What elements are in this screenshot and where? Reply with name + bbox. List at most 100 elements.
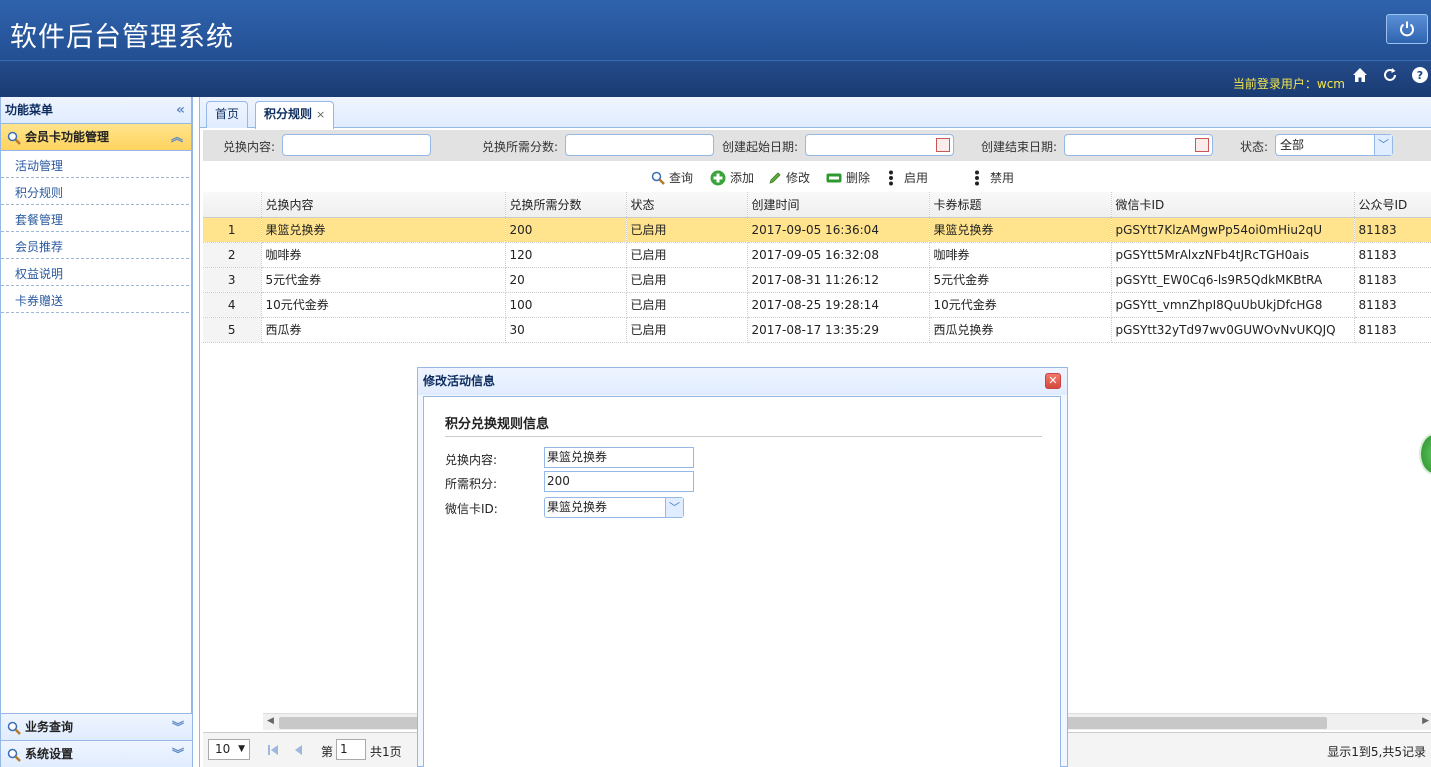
chevron-down-icon: ﹀ — [665, 498, 683, 517]
column-header[interactable]: 状态 — [626, 192, 748, 218]
column-header[interactable]: 兑换内容 — [261, 192, 506, 218]
card-id-select[interactable]: 果篮兑换券 ﹀ — [544, 497, 684, 518]
close-tab-icon[interactable]: × — [316, 108, 325, 121]
query-label: 查询 — [669, 171, 694, 185]
table-cell: 81183 — [1354, 292, 1431, 318]
chevron-down-icon[interactable]: ︾ — [172, 714, 184, 741]
sidebar: 功能菜单 « 会员卡功能管理 ︽ 活动管理 积分规则 套餐管理 会员推荐 权益说… — [0, 97, 193, 767]
table-row[interactable]: 3 5元代金券 20 已启用 2017-08-31 11:26:12 5元代金券… — [203, 267, 1431, 293]
enable-button[interactable]: 启用 — [888, 169, 928, 186]
table-cell: 果篮兑换券 — [261, 217, 506, 243]
first-page-icon[interactable] — [267, 744, 279, 756]
logout-button[interactable] — [1386, 14, 1428, 44]
sidebar-item-package[interactable]: 套餐管理 — [1, 205, 189, 232]
chevron-down-icon[interactable]: ︾ — [172, 741, 184, 767]
tab-home[interactable]: 首页 — [206, 101, 249, 128]
scroll-left-icon[interactable]: ◀ — [267, 716, 274, 726]
row-number: 2 — [203, 242, 262, 268]
status-filter-select[interactable]: 全部 ﹀ — [1275, 134, 1393, 156]
column-header[interactable]: 卡券标题 — [929, 192, 1112, 218]
table-cell: 10元代金券 — [261, 292, 506, 318]
column-header[interactable]: 兑换所需分数 — [505, 192, 627, 218]
app-header: 软件后台管理系统 当前登录用户：wcm ? — [0, 0, 1431, 97]
disable-label: 禁用 — [990, 171, 1015, 185]
points-filter-input[interactable] — [565, 134, 714, 156]
card-id-label: 微信卡ID: — [445, 502, 498, 516]
tab-label: 积分规则 — [264, 107, 313, 121]
scroll-right-icon[interactable]: ▶ — [1422, 716, 1429, 726]
accordion-member-card[interactable]: 会员卡功能管理 ︽ — [1, 124, 191, 151]
edit-button[interactable]: 修改 — [768, 169, 810, 186]
page-prefix: 第 — [321, 745, 334, 759]
content-input[interactable]: 果篮兑换券 — [544, 447, 694, 468]
table-row[interactable]: 2 咖啡券 120 已启用 2017-09-05 16:32:08 咖啡券 pG… — [203, 242, 1431, 268]
section-title: 积分兑换规则信息 — [445, 417, 550, 432]
calendar-icon[interactable] — [936, 138, 950, 152]
end-date-input[interactable] — [1064, 134, 1213, 156]
table-cell: 5元代金券 — [261, 267, 506, 293]
column-header[interactable]: 微信卡ID — [1111, 192, 1355, 218]
dialog-body: 积分兑换规则信息 兑换内容: 果篮兑换券 所需积分: 200 微信卡ID: 果篮… — [423, 396, 1061, 767]
delete-label: 删除 — [846, 171, 871, 185]
svg-text:?: ? — [1417, 69, 1423, 82]
chevron-down-icon: ﹀ — [1374, 135, 1392, 155]
row-number: 1 — [203, 217, 262, 243]
sidebar-item-rights[interactable]: 权益说明 — [1, 259, 189, 286]
plus-icon — [710, 170, 726, 185]
toolbar: 查询 添加 修改 删除 启用 禁用 — [200, 164, 1431, 192]
row-number-header — [203, 192, 262, 218]
table-cell: 已启用 — [626, 317, 748, 343]
record-summary: 显示1到5,共5记录 — [1327, 745, 1426, 759]
table-cell: 西瓜兑换券 — [929, 317, 1112, 343]
section-divider — [445, 436, 1042, 437]
current-user-label: 当前登录用户：wcm — [1232, 77, 1345, 91]
calendar-icon[interactable] — [1195, 138, 1209, 152]
start-date-input[interactable] — [805, 134, 954, 156]
dialog-header: 修改活动信息 ✕ — [418, 368, 1067, 395]
column-header[interactable]: 公众号ID — [1354, 192, 1431, 218]
filter-bar: 兑换内容: 兑换所需分数: 创建起始日期: 创建结束日期: 状态: 全部 ﹀ — [203, 130, 1431, 161]
page-size-select[interactable]: 10 ▼ — [208, 739, 250, 760]
table-cell: 2017-08-25 19:28:14 — [747, 292, 930, 318]
add-button[interactable]: 添加 — [710, 169, 754, 186]
sidebar-item-points-rules[interactable]: 积分规则 — [1, 178, 189, 205]
sidebar-item-coupon-gift[interactable]: 卡券赠送 — [1, 286, 189, 313]
points-input[interactable]: 200 — [544, 471, 694, 492]
caret-down-icon: ▼ — [238, 744, 245, 754]
home-icon[interactable] — [1351, 66, 1369, 84]
sidebar-item-activity[interactable]: 活动管理 — [1, 151, 189, 178]
table-row[interactable]: 1 果篮兑换券 200 已启用 2017-09-05 16:36:04 果篮兑换… — [203, 217, 1431, 243]
pencil-icon — [769, 171, 781, 184]
table-row[interactable]: 5 西瓜券 30 已启用 2017-08-17 13:35:29 西瓜兑换券 p… — [203, 317, 1431, 343]
more-vertical-icon — [889, 170, 893, 185]
collapse-sidebar-icon[interactable]: « — [176, 97, 185, 124]
close-icon[interactable]: ✕ — [1045, 373, 1061, 389]
table-header-row: 兑换内容 兑换所需分数 状态 创建时间 卡券标题 微信卡ID 公众号ID — [203, 192, 1431, 218]
prev-page-icon[interactable] — [293, 744, 303, 756]
sidebar-item-recommend[interactable]: 会员推荐 — [1, 232, 189, 259]
column-header[interactable]: 创建时间 — [747, 192, 930, 218]
accordion-business-query[interactable]: 业务查询 ︾ — [1, 713, 192, 740]
table-cell: 200 — [505, 217, 627, 243]
page-number-input[interactable]: 1 — [336, 739, 366, 760]
refresh-icon[interactable] — [1381, 66, 1399, 84]
tab-points-rules[interactable]: 积分规则 × — [255, 101, 335, 129]
table-cell: 120 — [505, 242, 627, 268]
accordion-label: 会员卡功能管理 — [25, 130, 110, 144]
table-cell: 已启用 — [626, 292, 748, 318]
query-button[interactable]: 查询 — [651, 169, 693, 186]
add-label: 添加 — [730, 171, 755, 185]
status-filter-label: 状态: — [1240, 140, 1269, 154]
accordion-system-settings[interactable]: 系统设置 ︾ — [1, 740, 192, 767]
delete-button[interactable]: 删除 — [826, 169, 870, 186]
points-value: 200 — [547, 474, 570, 488]
help-icon[interactable]: ? — [1411, 66, 1429, 84]
chevron-up-icon[interactable]: ︽ — [171, 124, 183, 151]
table-row[interactable]: 4 10元代金券 100 已启用 2017-08-25 19:28:14 10元… — [203, 292, 1431, 318]
table-cell: 5元代金券 — [929, 267, 1112, 293]
content-filter-input[interactable] — [282, 134, 431, 156]
status-filter-value: 全部 — [1280, 138, 1305, 152]
table-cell: pGSYtt7KlzAMgwPp54oi0mHiu2qU — [1111, 217, 1355, 243]
card-id-value: 果篮兑换券 — [547, 500, 608, 514]
disable-button[interactable]: 禁用 — [974, 169, 1014, 186]
